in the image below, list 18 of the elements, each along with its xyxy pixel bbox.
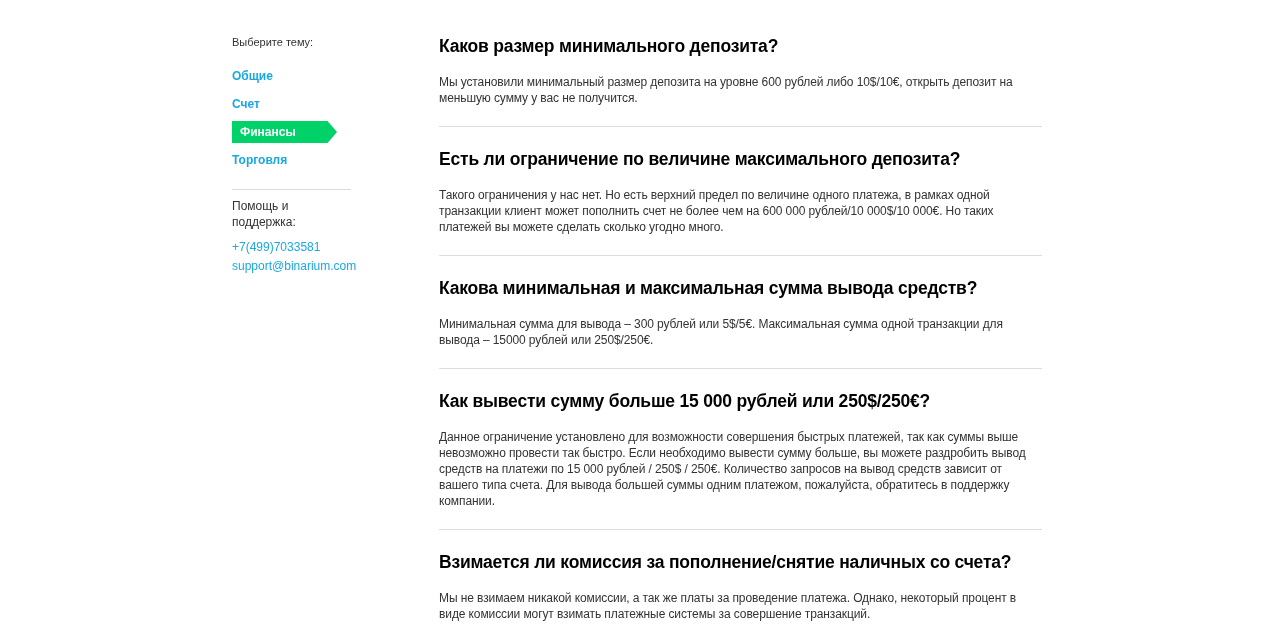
topic-link[interactable]: Счет xyxy=(232,93,260,115)
topic-link[interactable]: Общие xyxy=(232,65,273,87)
answer-text: Данное ограничение установлено для возможности совершения быстрых платежей, так как суммы выше невозможно провести так быстро. Если необходимо вывести сумму больше, вы можете раздробить вывод средств на платежи по 15 000 рублей / 250$ / 250€. Количество запросов на вывод средств зависит от вашего типа счета. Для вывода большей суммы одним платежом, пожалуйста, обратитесь в поддержку компании. xyxy=(439,429,1027,509)
question-heading: Есть ли ограничение по величине максимального депозита? xyxy=(439,148,962,171)
answer-text: Такого ограничения у нас нет. Но есть верхний предел по величине одного платежа, в рамках одной транзакции клиент может пополнить счет не более чем на 600 000 рублей/10 000$/10 000€. Но таких платежей вы можете сделать сколько угодно много. xyxy=(439,187,995,235)
answer-text: Мы установили минимальный размер депозита на уровне 600 рублей либо 10$/10€, открыть депозит на меньшую сумму у вас не получится. xyxy=(439,74,1014,106)
topic-link[interactable]: Торговля xyxy=(232,149,288,171)
topic-label: Выберите тему: xyxy=(232,36,314,50)
answer-text: Мы не взимаем никакой комиссии, а так же платы за проведение платежа. Однако, некоторый процент в виде комиссии могут взимать платежные системы за совершение транзакций. xyxy=(439,590,1018,622)
question-heading: Какова минимальная и максимальная сумма вывода средств? xyxy=(439,277,979,300)
help-label: Помощь и поддержка: xyxy=(232,198,297,230)
answer-text: Минимальная сумма для вывода – 300 рублей или 5$/5€. Максимальная сумма одной транзакции для вывода – 15000 рублей или 250$/250€. xyxy=(439,316,1004,348)
question-heading: Взимается ли комиссия за пополнение/снятие наличных со счета? xyxy=(439,551,1013,574)
email-link[interactable]: support@binarium.com xyxy=(232,257,357,276)
phone-link[interactable]: +7(499)7033581 xyxy=(232,238,321,257)
question-heading: Как вывести сумму больше 15 000 рублей или 250$/250€? xyxy=(439,390,931,413)
question-heading: Каков размер минимального депозита? xyxy=(439,35,780,58)
topic-link[interactable]: Финансы xyxy=(232,121,337,143)
